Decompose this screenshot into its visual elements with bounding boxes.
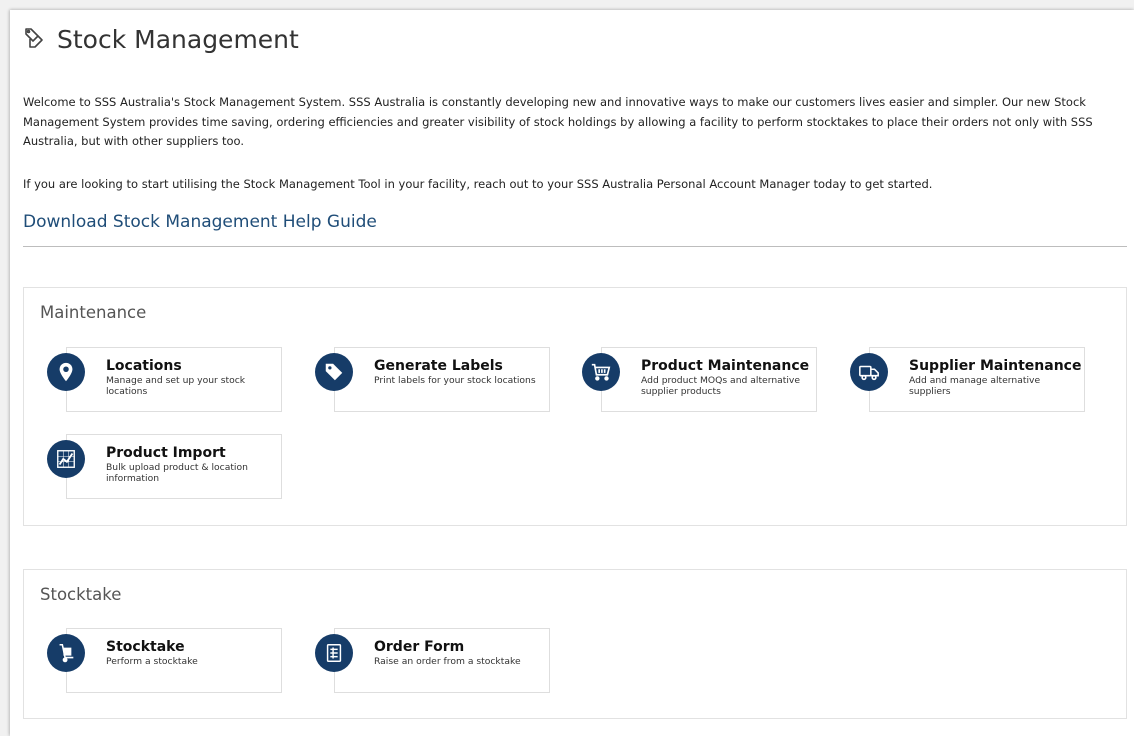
card-order-form[interactable]: Order Form Raise an order from a stockta…	[315, 628, 550, 693]
card-title: Order Form	[374, 639, 465, 655]
card-description: Perform a stocktake	[106, 656, 198, 667]
card-description: Bulk upload product & location informati…	[106, 462, 248, 484]
tags-outline-icon	[23, 27, 47, 51]
card-description: Print labels for your stock locations	[374, 375, 536, 386]
order-form-icon	[315, 634, 353, 672]
card-title: Stocktake	[106, 639, 185, 655]
card-supplier-maintenance[interactable]: Supplier Maintenance Add and manage alte…	[850, 347, 1085, 412]
card-title: Supplier Maintenance	[909, 358, 1082, 374]
card-description: Add and manage alternative suppliers	[909, 375, 1041, 397]
chart-import-icon	[47, 440, 85, 478]
page-title-text: Stock Management	[57, 24, 299, 54]
card-description: Manage and set up your stock locations	[106, 375, 246, 397]
card-title: Generate Labels	[374, 358, 503, 374]
card-title: Product Import	[106, 445, 226, 461]
card-locations[interactable]: Locations Manage and set up your stock l…	[47, 347, 282, 412]
card-product-import[interactable]: Product Import Bulk upload product & loc…	[47, 434, 282, 499]
section-title: Stocktake	[40, 585, 122, 604]
hand-truck-icon	[47, 634, 85, 672]
card-product-maintenance[interactable]: Product Maintenance Add product MOQs and…	[582, 347, 817, 412]
maintenance-section: Maintenance Locations Manage and set up …	[23, 287, 1127, 526]
help-guide-link[interactable]: Download Stock Management Help Guide	[23, 212, 377, 232]
main-panel: Stock Management Welcome to SSS Australi…	[10, 10, 1134, 736]
card-generate-labels[interactable]: Generate Labels Print labels for your st…	[315, 347, 550, 412]
truck-icon	[850, 353, 888, 391]
card-description: Add product MOQs and alternative supplie…	[641, 375, 801, 397]
card-title: Product Maintenance	[641, 358, 810, 374]
divider	[23, 246, 1127, 247]
intro-paragraph-2: If you are looking to start utilising th…	[23, 177, 933, 191]
section-title: Maintenance	[40, 303, 147, 322]
tag-icon	[315, 353, 353, 391]
intro-paragraph: Welcome to SSS Australia's Stock Managem…	[23, 95, 1093, 148]
page-title: Stock Management	[23, 19, 299, 59]
map-pin-icon	[47, 353, 85, 391]
stocktake-section: Stocktake Stocktake Perform a stocktake …	[23, 569, 1127, 719]
shopping-cart-icon	[582, 353, 620, 391]
card-description: Raise an order from a stocktake	[374, 656, 521, 667]
card-stocktake[interactable]: Stocktake Perform a stocktake	[47, 628, 282, 693]
card-title: Locations	[106, 358, 182, 374]
